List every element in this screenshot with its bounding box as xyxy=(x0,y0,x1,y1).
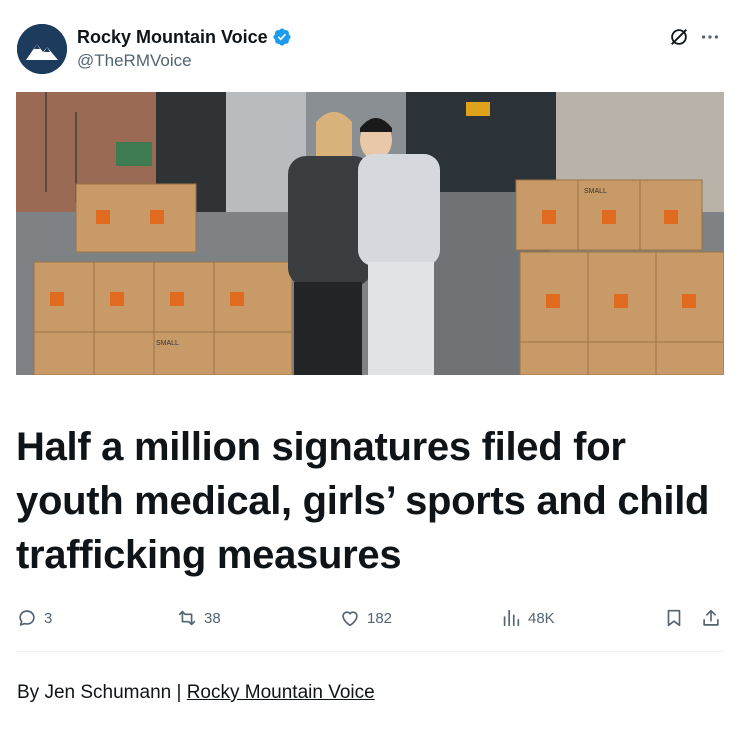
bar-chart-icon xyxy=(503,609,520,627)
action-bar: 3 38 182 48K xyxy=(16,607,724,637)
author-handle[interactable]: @TheRMVoice xyxy=(77,50,292,72)
grok-slash-circle-icon[interactable] xyxy=(668,26,690,48)
author-block: Rocky Mountain Voice @TheRMVoice xyxy=(77,26,292,72)
speech-bubble-icon xyxy=(19,610,35,626)
like-button[interactable]: 182 xyxy=(339,607,392,629)
view-count: 48K xyxy=(528,609,555,627)
byline-author: By Jen Schumann | xyxy=(17,682,187,703)
more-dots-icon[interactable] xyxy=(699,26,721,48)
heart-icon xyxy=(342,611,358,627)
views-button[interactable]: 48K xyxy=(500,607,555,629)
verified-badge-icon xyxy=(273,28,291,46)
post-header: Rocky Mountain Voice @TheRMVoice xyxy=(17,22,725,78)
like-count: 182 xyxy=(367,609,393,627)
box-label: SMALL xyxy=(584,188,607,195)
divider xyxy=(16,651,724,652)
repost-arrows-icon xyxy=(178,610,196,626)
article-headline[interactable]: Half a million signatures filed for yout… xyxy=(16,420,726,582)
avatar[interactable] xyxy=(17,24,67,74)
bookmark-button[interactable] xyxy=(663,607,685,629)
box-label: SMALL xyxy=(156,340,179,347)
byline: By Jen Schumann | Rocky Mountain Voice xyxy=(17,682,375,704)
byline-publication-link[interactable]: Rocky Mountain Voice xyxy=(187,682,375,703)
author-name-row[interactable]: Rocky Mountain Voice xyxy=(77,26,292,48)
photo-illustration: SMALL SMALL xyxy=(16,92,724,375)
share-button[interactable] xyxy=(700,607,722,629)
author-name[interactable]: Rocky Mountain Voice xyxy=(77,26,268,48)
repost-count: 38 xyxy=(204,609,221,627)
share-upload-icon xyxy=(703,609,719,626)
mountain-logo-icon xyxy=(17,24,67,74)
reply-count: 3 xyxy=(44,609,53,627)
boxes-right: SMALL xyxy=(515,179,724,375)
reply-button[interactable]: 3 xyxy=(16,607,52,629)
post-photo[interactable]: SMALL SMALL xyxy=(16,92,724,375)
bookmark-icon xyxy=(667,609,681,627)
repost-button[interactable]: 38 xyxy=(176,607,221,629)
